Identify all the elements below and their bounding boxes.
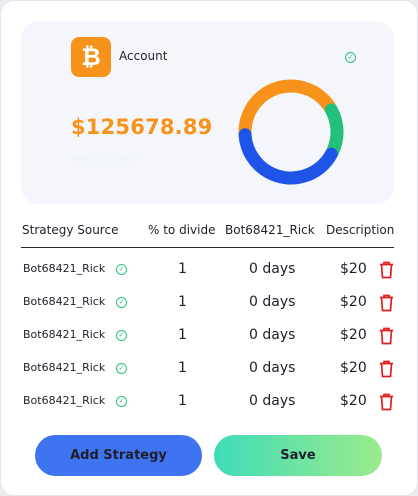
trash-icon[interactable] [379,393,394,411]
price-cell: $20 [340,327,367,343]
percent-cell: 1 [178,261,187,277]
account-label: Account [119,49,168,63]
check-circle-icon: ✓ [116,264,127,275]
days-cell: 0 days [249,360,296,376]
check-circle-icon: ✓ [345,52,356,63]
price-cell: $20 [340,393,367,409]
trash-icon[interactable] [379,360,394,378]
allocation-donut-chart [238,79,344,185]
trash-icon[interactable] [379,261,394,279]
strategy-source-cell: Bot68421_Rick [23,361,106,374]
percent-cell: 1 [178,393,187,409]
strategy-source-cell: Bot68421_Rick [23,394,106,407]
header-percent-to-divide: % to divide [148,223,216,237]
add-strategy-button[interactable]: Add Strategy [35,435,202,476]
header-description: Description [326,223,395,237]
strategy-source-cell: Bot68421_Rick [23,262,106,275]
days-cell: 0 days [249,393,296,409]
days-cell: 0 days [249,327,296,343]
strategy-source-cell: Bot68421_Rick [23,328,106,341]
balance-caption: Main balance [71,154,138,165]
check-circle-icon: ✓ [116,330,127,341]
days-cell: 0 days [249,294,296,310]
table-row: Bot68421_Rick ✓ 1 0 days $20 [21,387,394,420]
price-cell: $20 [340,261,367,277]
table-row: Bot68421_Rick ✓ 1 0 days $20 [21,354,394,387]
strategy-panel: ₿ Account ✓ $125678.89 Main balance Stra… [0,0,418,496]
table-row: Bot68421_Rick ✓ 1 0 days $20 [21,321,394,354]
table-header: Strategy Source % to divide Bot68421_Ric… [21,223,394,248]
account-card: ₿ Account ✓ $125678.89 Main balance [21,21,394,204]
percent-cell: 1 [178,294,187,310]
bitcoin-icon: ₿ [71,37,111,77]
table-row: Bot68421_Rick ✓ 1 0 days $20 [21,255,394,288]
header-strategy-source: Strategy Source [22,223,119,237]
trash-icon[interactable] [379,294,394,312]
check-circle-icon: ✓ [116,396,127,407]
percent-cell: 1 [178,327,187,343]
trash-icon[interactable] [379,327,394,345]
days-cell: 0 days [249,261,296,277]
donut-segment [238,79,344,185]
price-cell: $20 [340,360,367,376]
donut-segment [238,79,344,185]
save-button[interactable]: Save [214,435,382,476]
price-cell: $20 [340,294,367,310]
check-circle-icon: ✓ [116,363,127,374]
header-bot-name: Bot68421_Rick [225,223,315,237]
strategy-source-cell: Bot68421_Rick [23,295,106,308]
percent-cell: 1 [178,360,187,376]
account-balance: $125678.89 [71,115,213,139]
table-row: Bot68421_Rick ✓ 1 0 days $20 [21,288,394,321]
check-circle-icon: ✓ [116,297,127,308]
